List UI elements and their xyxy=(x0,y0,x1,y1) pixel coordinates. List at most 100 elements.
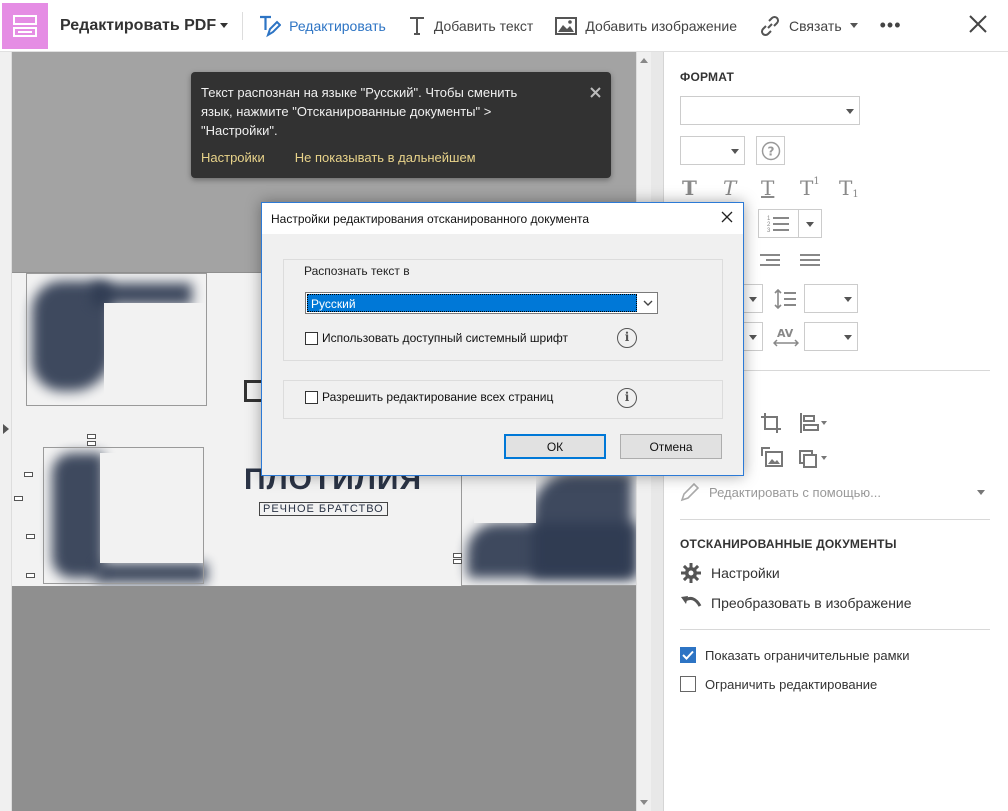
align-right-icon[interactable] xyxy=(760,253,780,269)
chevron-down-icon xyxy=(643,300,653,306)
superscript-icon[interactable]: T1 xyxy=(800,176,820,200)
pencil-icon xyxy=(680,482,700,502)
convert-to-image-button[interactable]: Преобразовать в изображение xyxy=(680,594,912,612)
close-icon xyxy=(969,15,987,33)
kerning-icon: AV xyxy=(773,327,799,347)
frame-handle[interactable] xyxy=(453,559,462,564)
toast-settings-link[interactable]: Настройки xyxy=(201,150,265,165)
recognize-text-label: Распознать текст в xyxy=(304,264,410,278)
more-options-button[interactable]: ••• xyxy=(880,15,902,36)
chevron-down-icon xyxy=(849,23,858,28)
frame-handle[interactable] xyxy=(453,553,462,558)
expand-left-pane-icon[interactable] xyxy=(3,424,9,434)
numbered-list-icon: 123 xyxy=(767,216,789,233)
undo-icon xyxy=(681,596,702,607)
frame-handle[interactable] xyxy=(26,573,35,578)
link-button[interactable]: Связать xyxy=(759,15,858,37)
image-icon xyxy=(555,16,578,35)
chevron-down-icon xyxy=(806,221,814,227)
scroll-down-icon[interactable] xyxy=(640,800,648,805)
language-select-value: Русский xyxy=(307,294,637,312)
edit-pdf-tool-icon[interactable] xyxy=(2,2,48,49)
edit-with-button[interactable]: Редактировать с помощью... xyxy=(680,482,985,502)
scanned-settings-label: Настройки xyxy=(711,565,780,581)
frame-handle[interactable] xyxy=(87,434,96,439)
close-icon xyxy=(590,87,601,98)
font-family-dropdown[interactable] xyxy=(680,96,860,125)
svg-text:AV: AV xyxy=(777,327,794,340)
bounding-frame[interactable] xyxy=(26,273,207,406)
dialog-close-button[interactable] xyxy=(721,211,733,226)
close-tool-button[interactable] xyxy=(968,14,988,37)
info-icon[interactable]: i xyxy=(617,328,637,348)
restrict-editing-checkbox[interactable] xyxy=(680,676,696,692)
add-text-button[interactable]: Добавить текст xyxy=(408,16,533,36)
chevron-down-icon xyxy=(844,334,852,340)
scanned-docs-section-title: ОТСКАНИРОВАННЫЕ ДОКУМЕНТЫ xyxy=(680,537,897,551)
subscript-icon[interactable]: T1 xyxy=(839,176,859,200)
panel-divider xyxy=(680,629,990,630)
frame-handle[interactable] xyxy=(14,496,23,501)
frame-handle[interactable] xyxy=(26,534,35,539)
restrict-editing-toggle[interactable]: Ограничить редактирование xyxy=(680,676,877,692)
add-image-label: Добавить изображение xyxy=(585,17,738,34)
scanned-settings-button[interactable]: Настройки xyxy=(680,562,780,584)
allow-all-pages-group: Разрешить редактирование всех страниц i xyxy=(283,380,723,419)
font-help-icon[interactable]: ? xyxy=(756,136,785,165)
frame-handle[interactable] xyxy=(24,472,33,477)
line-spacing-icon xyxy=(774,289,796,309)
allow-all-pages-checkbox[interactable] xyxy=(305,390,318,404)
font-size-dropdown[interactable] xyxy=(680,136,745,165)
frame-handle[interactable] xyxy=(87,441,96,446)
bold-icon[interactable]: T xyxy=(682,176,697,200)
close-icon xyxy=(721,211,733,223)
chevron-down-icon xyxy=(220,23,229,28)
restrict-editing-label: Ограничить редактирование xyxy=(705,676,878,692)
edit-with-label: Редактировать с помощью... xyxy=(709,484,882,500)
add-image-button[interactable]: Добавить изображение xyxy=(555,16,738,35)
use-system-font-option[interactable]: Использовать доступный системный шрифт xyxy=(305,331,568,345)
align-justify-icon[interactable] xyxy=(800,253,820,269)
tool-title-dropdown[interactable]: Редактировать PDF xyxy=(60,16,229,35)
line-spacing-dropdown[interactable] xyxy=(804,284,858,313)
toast-dont-show-link[interactable]: Не показывать в дальнейшем xyxy=(295,150,476,165)
allow-all-pages-option[interactable]: Разрешить редактирование всех страниц xyxy=(305,390,553,404)
use-system-font-checkbox[interactable] xyxy=(305,331,318,345)
align-objects-icon[interactable] xyxy=(799,412,829,434)
text-t-icon xyxy=(409,16,424,35)
tool-title: Редактировать PDF xyxy=(60,16,217,34)
info-icon[interactable]: i xyxy=(617,388,637,408)
svg-text:3: 3 xyxy=(767,228,771,233)
bounding-frame[interactable] xyxy=(43,447,204,584)
toast-message: Текст распознан на языке "Русский". Чтоб… xyxy=(201,85,518,138)
arrange-icon[interactable] xyxy=(799,447,831,469)
left-pane-toggle-strip xyxy=(0,52,12,811)
format-section-title: ФОРМАТ xyxy=(680,70,735,84)
toolbar-separator xyxy=(242,11,244,40)
kerning-dropdown[interactable] xyxy=(804,322,858,351)
show-bounds-toggle[interactable]: Показать ограничительные рамки xyxy=(680,647,909,663)
show-bounds-checkbox[interactable] xyxy=(680,647,696,663)
numbered-list-dropdown[interactable]: 123 xyxy=(758,209,822,238)
language-notification-toast: Текст распознан на языке "Русский". Чтоб… xyxy=(191,72,611,178)
chevron-down-icon xyxy=(844,296,852,302)
chevron-down-icon xyxy=(846,108,854,114)
italic-icon[interactable]: T xyxy=(723,176,736,200)
crop-icon[interactable] xyxy=(760,412,782,434)
ok-button[interactable]: ОК xyxy=(504,434,606,459)
page-subtitle-text[interactable]: РЕЧНОЕ БРАТСТВО xyxy=(259,502,388,516)
language-select[interactable]: Русский xyxy=(305,292,658,314)
edit-label: Редактировать xyxy=(289,17,386,34)
cancel-button[interactable]: Отмена xyxy=(620,434,722,459)
scroll-up-icon[interactable] xyxy=(640,58,648,63)
replace-image-icon[interactable] xyxy=(760,446,784,470)
svg-text:?: ? xyxy=(767,144,774,158)
underline-icon[interactable]: T xyxy=(761,176,774,200)
edit-text-icon xyxy=(260,15,282,37)
edit-button[interactable]: Редактировать xyxy=(257,14,386,38)
toast-close-button[interactable] xyxy=(590,86,601,101)
allow-all-pages-label: Разрешить редактирование всех страниц xyxy=(322,390,554,404)
chevron-down-icon xyxy=(977,489,985,495)
panel-divider xyxy=(680,519,990,520)
link-icon xyxy=(761,15,780,36)
